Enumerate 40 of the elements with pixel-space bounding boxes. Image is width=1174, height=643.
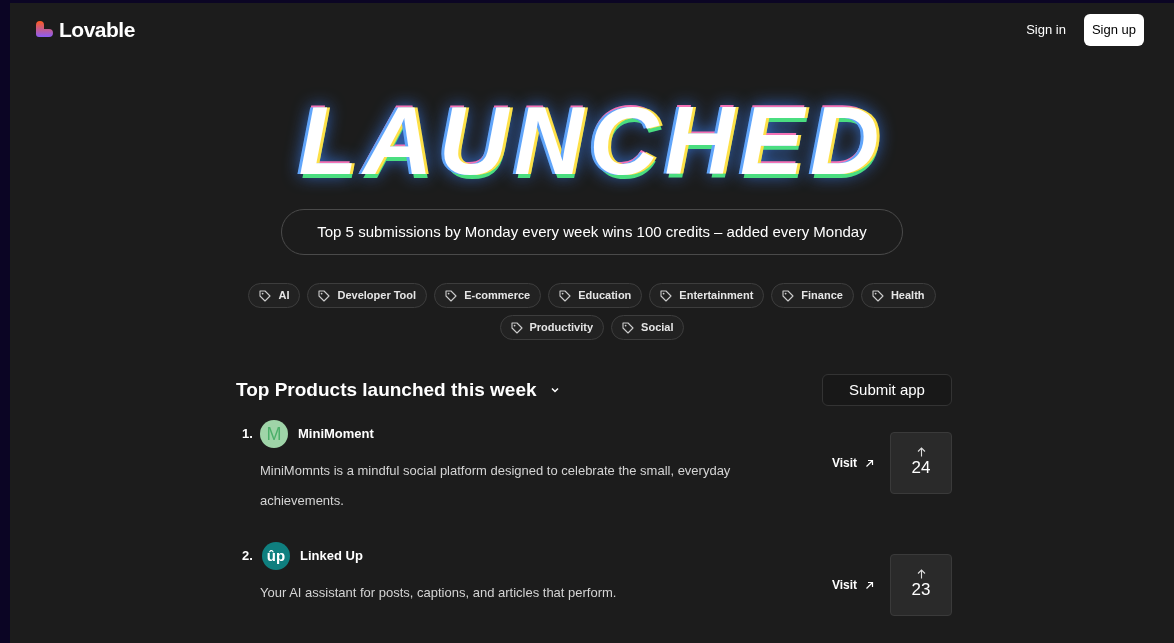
launched-heading: LAUNCHED (298, 85, 886, 196)
sign-in-link[interactable]: Sign in (1018, 14, 1074, 46)
product-description: MiniMomnts is a mindful social platform designed to celebrate the small, everyday achievements. (260, 462, 732, 510)
category-tag[interactable]: Entertainment (649, 283, 765, 308)
visit-link[interactable]: Visit (831, 454, 874, 472)
category-tag[interactable]: AI (248, 283, 301, 308)
tag-icon (782, 289, 795, 302)
upvote-button[interactable]: 24 (890, 432, 952, 494)
category-tag[interactable]: Education (548, 283, 643, 308)
tag-icon (510, 321, 523, 334)
visit-link[interactable]: Visit (831, 576, 874, 594)
external-arrow-icon (865, 458, 874, 468)
upvote-button[interactable]: 23 (890, 554, 952, 616)
tag-icon (559, 289, 572, 302)
tag-icon (318, 289, 331, 302)
arrow-up-icon (916, 447, 926, 457)
sign-up-button[interactable]: Sign up (1083, 14, 1144, 46)
product-name[interactable]: MiniMoment (298, 424, 374, 444)
external-arrow-icon (865, 580, 874, 590)
rank-number: 2. (241, 547, 254, 565)
rank-number: 1. (241, 425, 254, 443)
tag-icon (259, 289, 272, 302)
category-tag[interactable]: Finance (771, 283, 854, 308)
app-logo: M (260, 420, 288, 448)
arrow-up-icon (916, 569, 926, 579)
brand-name: Lovable (59, 17, 135, 43)
submit-app-button[interactable]: Submit app (822, 374, 952, 406)
app-logo: ûp (262, 542, 290, 570)
category-tag[interactable]: Developer Tool (307, 283, 428, 308)
product-name[interactable]: Linked Up (300, 546, 363, 566)
section-heading: Top Products launched this week (236, 377, 537, 402)
tag-icon (871, 289, 884, 302)
category-tag[interactable]: Productivity (499, 315, 605, 340)
tag-icon (622, 321, 635, 334)
tag-icon (445, 289, 458, 302)
category-tag[interactable]: Health (860, 283, 936, 308)
product-description: Your AI assistant for posts, captions, and articles that perform. (260, 584, 618, 602)
category-tag[interactable]: E-commerce (434, 283, 542, 308)
tag-icon (660, 289, 673, 302)
category-tag[interactable]: Social (611, 315, 685, 340)
